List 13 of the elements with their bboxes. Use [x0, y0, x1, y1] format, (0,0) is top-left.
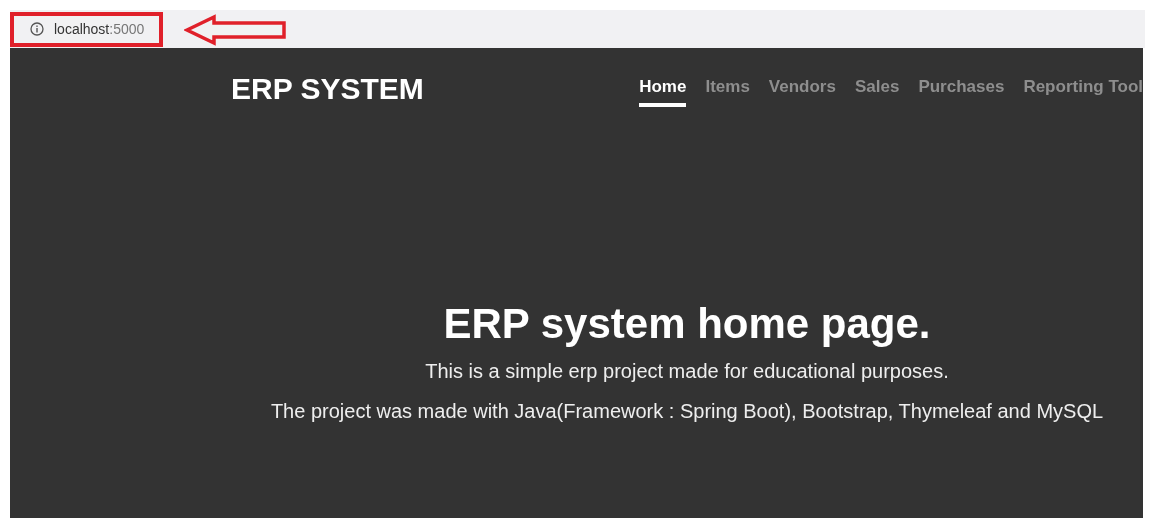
brand-title[interactable]: ERP SYSTEM	[231, 72, 424, 106]
nav-link[interactable]: Items	[705, 71, 750, 107]
url-text: localhost:5000	[54, 21, 145, 37]
hero-paragraph: This is a simple erp project made for educational purposes.	[425, 359, 949, 384]
hero-paragraph: The project was made with Java(Framework : Spring Boot), Bootstrap, Thymeleaf and MySQL	[270, 399, 1104, 424]
nav-link[interactable]: Vendors	[768, 71, 836, 107]
nav-link[interactable]: Home	[639, 71, 687, 107]
nav-link[interactable]: Reporting Tool	[1023, 71, 1143, 107]
hero-heading: ERP system home page.	[443, 300, 931, 348]
info-icon[interactable]	[30, 22, 44, 36]
nav-link[interactable]: Purchases	[918, 71, 1005, 107]
address-bar[interactable]: localhost:5000	[10, 10, 1145, 48]
nav-link[interactable]: Sales	[854, 71, 900, 107]
